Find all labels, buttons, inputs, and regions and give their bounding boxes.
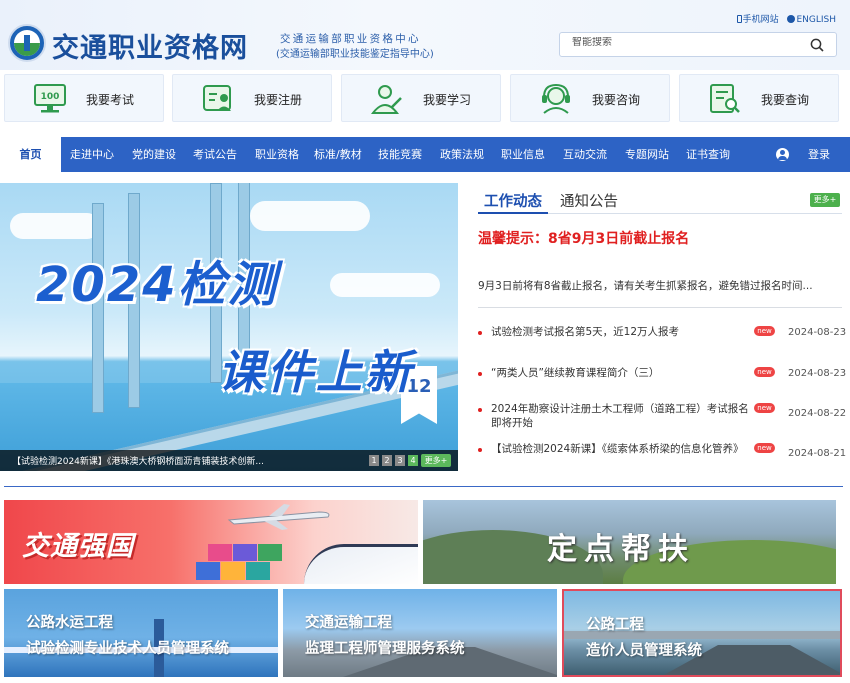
banner-cloud: [250, 201, 370, 231]
user-icon[interactable]: [776, 148, 789, 161]
system-cost-personnel[interactable]: 公路工程 造价人员管理系统: [562, 589, 842, 677]
bullet-icon: [478, 372, 482, 376]
system-title-line2: 造价人员管理系统: [586, 643, 702, 659]
news-item-title[interactable]: 【试验检测2024新课】《缆索体系桥梁的信息化管养》: [491, 442, 751, 456]
quick-link-label: 我要考试: [86, 93, 135, 107]
header: 交通职业资格网 交通运输部职业资格中心 (交通运输部职业技能鉴定指导中心) 手机…: [0, 0, 850, 70]
carousel-page-3[interactable]: 3: [395, 455, 405, 466]
promo-left-title: 交通强国: [22, 531, 134, 562]
consult-icon: [542, 83, 570, 114]
quick-link-consult[interactable]: 我要咨询: [510, 74, 670, 122]
nav-item-topics[interactable]: 专题网站: [625, 137, 669, 172]
system-supervision-engineer[interactable]: 交通运输工程 监理工程师管理服务系统: [283, 589, 557, 677]
nav-item-policy[interactable]: 政策法规: [440, 137, 484, 172]
org-subname: (交通运输部职业技能鉴定指导中心): [276, 49, 434, 60]
quick-link-label: 我要查询: [761, 93, 810, 107]
system-title-line1: 交通运输工程: [305, 615, 392, 631]
news-separator: [478, 307, 842, 308]
banner-caption-bar: 【试验检测2024新课】《港珠澳大桥钢桥面沥青铺装技术创新... 1 2 3 4…: [0, 450, 458, 471]
study-icon: [370, 85, 402, 114]
site-title[interactable]: 交通职业资格网: [52, 26, 248, 65]
system-title-line2: 监理工程师管理服务系统: [305, 641, 465, 657]
quick-link-register[interactable]: 我要注册: [172, 74, 332, 122]
nav-item-party[interactable]: 党的建设: [132, 137, 176, 172]
news-item-title[interactable]: “两类人员”继续教育课程简介（三）: [491, 366, 751, 380]
new-badge: new: [754, 403, 775, 413]
news-item-title[interactable]: 2024年勘察设计注册土木工程师（道路工程）考试报名即将开始: [491, 402, 751, 430]
quick-link-exam[interactable]: 100 我要考试: [4, 74, 164, 122]
banner-carousel[interactable]: 12: [0, 183, 458, 471]
nav-item-about[interactable]: 走进中心: [70, 137, 114, 172]
new-badge: new: [754, 326, 775, 336]
tab-notices[interactable]: 通知公告: [560, 190, 618, 211]
banner-title-line2: 课件上新: [218, 345, 414, 399]
english-link[interactable]: ENGLISH: [787, 15, 836, 25]
banner-more-button[interactable]: 更多+: [421, 454, 451, 467]
promo-right-title: 定点帮扶: [547, 532, 695, 567]
system-title-line1: 公路工程: [586, 617, 644, 633]
system-title-line2: 试验检测专业技术人员管理系统: [26, 641, 229, 657]
news-item-date: 2024-08-23: [788, 368, 847, 379]
bullet-icon: [478, 448, 482, 452]
system-testing-inspection[interactable]: 公路水运工程 试验检测专业技术人员管理系统: [4, 589, 278, 677]
nav-item-standards[interactable]: 标准/教材: [314, 137, 362, 172]
section-divider: [4, 486, 843, 487]
banner-cloud: [330, 273, 440, 297]
quick-link-label: 我要咨询: [592, 93, 641, 107]
nav-item-competition[interactable]: 技能竞赛: [378, 137, 422, 172]
site-logo-icon[interactable]: [8, 24, 46, 62]
nav-item-qualification[interactable]: 职业资格: [255, 137, 299, 172]
nav-login[interactable]: 登录: [808, 137, 830, 172]
nav-home[interactable]: 首页: [0, 137, 61, 172]
nav-item-certificate[interactable]: 证书查询: [686, 137, 730, 172]
promo-transport-power[interactable]: 交通强国: [4, 500, 418, 584]
exam-icon: 100: [34, 84, 66, 113]
news-more-button[interactable]: 更多+: [810, 193, 840, 207]
nav-item-career-info[interactable]: 职业信息: [501, 137, 545, 172]
news-item-date: 2024-08-21: [788, 448, 847, 459]
search-input[interactable]: [572, 37, 792, 48]
quick-link-label: 我要学习: [423, 93, 472, 107]
org-name: 交通运输部职业资格中心: [280, 33, 421, 45]
new-badge: new: [754, 443, 775, 453]
globe-icon: [787, 15, 796, 23]
bullet-icon: [478, 408, 482, 412]
news-item-title[interactable]: 试验检测考试报名第5天，近12万人报考: [491, 325, 751, 339]
system-title-line1: 公路水运工程: [26, 615, 113, 631]
banner-caption[interactable]: 【试验检测2024新课】《港珠澳大桥钢桥面沥青铺装技术创新...: [12, 454, 294, 467]
news-item-date: 2024-08-22: [788, 408, 847, 419]
mobile-icon: [736, 15, 742, 23]
promo-poverty-aid[interactable]: 定点帮扶: [423, 500, 836, 584]
quick-link-label: 我要注册: [254, 93, 303, 107]
news-headline[interactable]: 温馨提示：8省9月3日前截止报名: [478, 228, 689, 248]
carousel-page-2[interactable]: 2: [382, 455, 392, 466]
banner-cloud: [10, 213, 100, 239]
bullet-icon: [478, 331, 482, 335]
logo-center: [24, 35, 30, 51]
train-icon: [304, 544, 418, 584]
mobile-site-link[interactable]: 手机网站: [736, 15, 779, 25]
exam-icon-score: 100: [41, 92, 60, 102]
register-icon: [203, 85, 231, 111]
carousel-page-1[interactable]: 1: [369, 455, 379, 466]
top-links: 手机网站 ENGLISH: [731, 12, 836, 25]
search-box: [559, 32, 837, 57]
quick-link-query[interactable]: 我要查询: [679, 74, 839, 122]
new-badge: new: [754, 367, 775, 377]
tab-active-indicator: [478, 212, 548, 214]
news-summary[interactable]: 9月3日前将有8省截止报名，请有关考生抓紧报名，避免错过报名时间...: [478, 278, 840, 293]
banner-title-line1: 2024检测: [36, 257, 278, 313]
search-icon[interactable]: [810, 38, 824, 52]
main-nav: 首页 走进中心 党的建设 考试公告 职业资格 标准/教材 技能竞赛 政策法规 职…: [0, 137, 850, 172]
nav-item-exam-notice[interactable]: 考试公告: [193, 137, 237, 172]
quick-link-study[interactable]: 我要学习: [341, 74, 501, 122]
tab-work-news[interactable]: 工作动态: [484, 190, 542, 211]
containers-icon: [196, 544, 282, 580]
nav-item-interaction[interactable]: 互动交流: [563, 137, 607, 172]
news-item-date: 2024-08-23: [788, 327, 847, 338]
airplane-icon: [227, 504, 330, 530]
query-icon: [710, 84, 740, 113]
carousel-page-4[interactable]: 4: [408, 455, 418, 466]
